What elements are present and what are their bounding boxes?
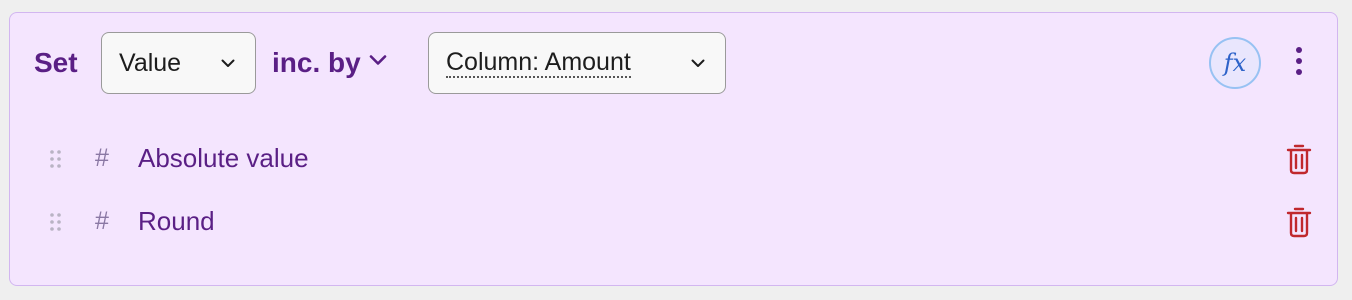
source-column-value: Column: Amount — [446, 48, 631, 78]
operator-dropdown[interactable]: inc. by — [272, 47, 389, 79]
target-select[interactable]: Value — [101, 32, 256, 94]
trash-icon — [1286, 207, 1312, 238]
transform-row: # Absolute value — [10, 133, 1337, 185]
formula-button[interactable]: fx — [1209, 37, 1261, 89]
set-label: Set — [34, 47, 78, 78]
drag-handle-icon[interactable] — [46, 147, 66, 171]
source-column-select[interactable]: Column: Amount — [428, 32, 726, 94]
chevron-down-icon — [689, 54, 707, 72]
fx-icon: fx — [1223, 49, 1247, 77]
chevron-down-icon — [369, 53, 389, 73]
transform-row: # Round — [10, 196, 1337, 248]
number-type-icon: # — [95, 207, 109, 235]
delete-transform-button[interactable] — [1285, 143, 1313, 175]
operator-label: inc. by — [272, 47, 361, 78]
number-type-icon: # — [95, 144, 109, 172]
transform-label: Absolute value — [138, 143, 309, 173]
rule-header: Set Value inc. by Column: Amount fx — [10, 13, 1337, 113]
delete-transform-button[interactable] — [1285, 206, 1313, 238]
target-select-value: Value — [119, 48, 182, 77]
drag-handle-icon[interactable] — [46, 210, 66, 234]
trash-icon — [1286, 144, 1312, 175]
rule-card: Set Value inc. by Column: Amount fx # Ab… — [9, 12, 1338, 286]
more-options-button[interactable] — [1284, 45, 1314, 81]
chevron-down-icon — [219, 54, 237, 72]
transform-label: Round — [138, 206, 215, 236]
more-vertical-icon — [1295, 46, 1303, 81]
